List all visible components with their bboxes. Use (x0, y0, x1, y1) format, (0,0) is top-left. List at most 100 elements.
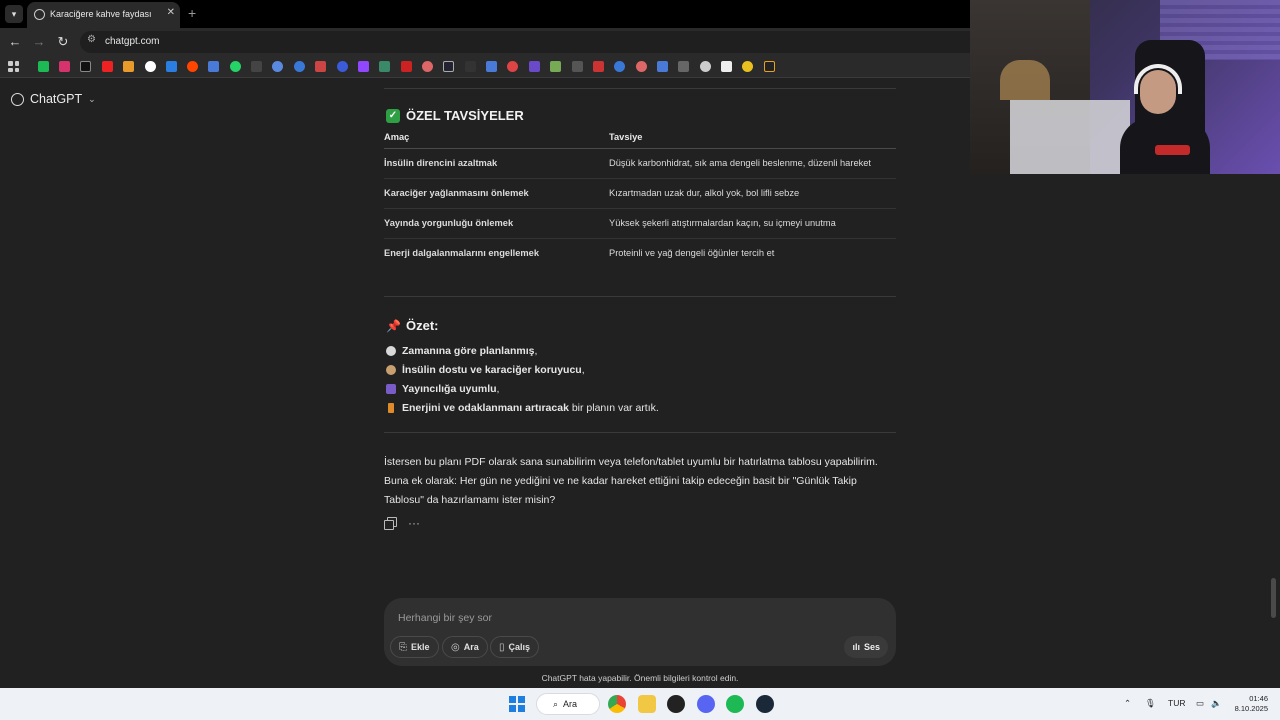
bookmark-whatsapp-icon[interactable] (230, 61, 241, 72)
pushpin-icon: 📌 (386, 318, 401, 333)
webcam-person (1120, 64, 1210, 174)
summary-heading: 📌 Özet: (386, 318, 439, 333)
bookmark-outlook-icon[interactable] (166, 61, 177, 72)
advice-heading-text: ÖZEL TAVSİYELER (406, 108, 524, 123)
bookmark-facebook-icon[interactable] (337, 61, 348, 72)
bookmark-gmail-icon[interactable] (123, 61, 134, 72)
bookmark-site4-icon[interactable] (422, 61, 433, 72)
bookmark-x-icon[interactable] (80, 61, 91, 72)
bookmark-arrow-icon[interactable] (465, 61, 476, 72)
voice-button[interactable]: ılı Ses (844, 636, 888, 658)
check-mark-icon: ✓ (386, 108, 400, 123)
taskbar: ⌕ Ara ⌃ 🎙 TUR ▭ 🔈 01:46 8.10.2025 (0, 688, 1280, 720)
bookmark-chart-icon[interactable] (593, 61, 604, 72)
network-icon[interactable]: ▭ (1196, 698, 1204, 709)
bookmark-site10-icon[interactable] (614, 61, 625, 72)
bookmark-instagram-icon[interactable] (59, 61, 70, 72)
bookmark-site-icon[interactable] (272, 61, 283, 72)
address-bar[interactable]: ⚙ chatgpt.com (80, 31, 980, 53)
apps-grid-icon[interactable] (8, 61, 19, 72)
bookmark-site5-icon[interactable] (486, 61, 497, 72)
copy-icon[interactable] (384, 517, 397, 530)
bookmark-site3-icon[interactable] (401, 61, 412, 72)
back-icon[interactable]: ← (6, 33, 24, 51)
chatgpt-logo-icon (11, 92, 24, 106)
spotify-taskbar-icon[interactable] (726, 695, 744, 713)
discord-taskbar-icon[interactable] (697, 695, 715, 713)
tab-search-icon[interactable]: ▾ (5, 5, 23, 23)
bookmark-calendar-icon[interactable] (315, 61, 326, 72)
bookmark-site6-icon[interactable] (507, 61, 518, 72)
microphone-icon[interactable]: 🎙 (1145, 698, 1156, 709)
bookmark-play-icon[interactable] (294, 61, 305, 72)
list-item: İnsülin dostu ve karaciğer koruyucu, (386, 360, 659, 379)
reload-icon[interactable]: ↻ (54, 33, 72, 51)
clock[interactable]: 01:46 8.10.2025 (1230, 694, 1268, 714)
tab-close-icon[interactable]: ✕ (167, 7, 175, 18)
new-tab-button[interactable]: + (188, 5, 196, 21)
summary-item-rest: , (534, 344, 538, 357)
bookmark-reddit-icon[interactable] (187, 61, 198, 72)
search-button[interactable]: ◎ Ara (442, 636, 488, 658)
bookmark-site11-icon[interactable] (636, 61, 647, 72)
forward-icon[interactable]: → (30, 33, 48, 51)
paperclip-icon: ⎘ (399, 641, 407, 653)
scrollbar[interactable] (1271, 578, 1276, 618)
screen: ▾ Karaciğere kahve faydası ✕ + ← → ↻ ⚙ c… (0, 0, 1280, 720)
file-explorer-taskbar-icon[interactable] (638, 695, 656, 713)
site-settings-icon[interactable]: ⚙ (87, 34, 96, 45)
bookmark-google-icon[interactable] (145, 61, 156, 72)
bowl-icon (386, 364, 396, 375)
advice-heading: ✓ ÖZEL TAVSİYELER (386, 108, 524, 123)
more-options-icon[interactable]: ··· (408, 517, 420, 529)
model-selector[interactable]: ChatGPT ⌄ (11, 91, 96, 107)
advice-table: Amaç Tavsiye İnsülin direncini azaltmak … (384, 127, 896, 268)
taskbar-search[interactable]: ⌕ Ara (536, 693, 600, 715)
bookmark-translate-icon[interactable] (208, 61, 219, 72)
list-item: Yayıncılığa uyumlu, (386, 379, 659, 398)
disclaimer-text: ChatGPT hata yapabilir. Önemli bilgileri… (541, 673, 739, 683)
bookmark-site2-icon[interactable] (379, 61, 390, 72)
study-label: Çalış (508, 642, 531, 652)
bookmark-kick-icon[interactable] (38, 61, 49, 72)
composer-placeholder[interactable]: Herhangi bir şey sor (398, 612, 492, 624)
windows-start-icon[interactable] (509, 696, 525, 712)
bookmark-site9-icon[interactable] (572, 61, 583, 72)
gamepad-icon (386, 383, 396, 394)
bookmark-pacman-icon[interactable] (742, 61, 753, 72)
clock-icon (386, 345, 396, 356)
table-cell-goal: Enerji dalgalanmalarını engellemek (384, 248, 540, 259)
bookmark-b-icon[interactable] (443, 61, 454, 72)
attach-button[interactable]: ⎘ Ekle (390, 636, 439, 658)
summary-heading-text: Özet: (406, 318, 439, 333)
globe-icon: ◎ (451, 641, 460, 653)
chrome-taskbar-icon[interactable] (608, 695, 626, 713)
bookmark-site7-icon[interactable] (529, 61, 540, 72)
clock-date: 8.10.2025 (1234, 704, 1268, 713)
bookmark-steam-icon[interactable] (251, 61, 262, 72)
bookmark-stack-icon[interactable] (721, 61, 732, 72)
bookmark-site13-icon[interactable] (700, 61, 711, 72)
language-indicator[interactable]: TUR (1168, 698, 1185, 708)
chevron-up-icon[interactable]: ⌃ (1124, 698, 1131, 709)
attach-label: Ekle (411, 642, 430, 652)
table-row: Karaciğer yağlanmasını önlemek Kızartmad… (384, 178, 896, 209)
bookmark-site14-icon[interactable] (764, 61, 775, 72)
study-button[interactable]: ▯ Çalış (490, 636, 540, 658)
chevron-down-icon: ⌄ (88, 93, 96, 104)
webcam-drawer (1010, 100, 1130, 174)
bookmark-site8-icon[interactable] (550, 61, 561, 72)
model-name: ChatGPT (30, 92, 83, 106)
bookmark-site12-icon[interactable] (657, 61, 668, 72)
table-cell-advice: Yüksek şekerli atıştırmalardan kaçın, su… (609, 208, 896, 239)
webcam-shirt-logo (1155, 145, 1190, 155)
waveform-icon: ılı (852, 642, 860, 652)
browser-tab[interactable]: Karaciğere kahve faydası ✕ (27, 2, 180, 28)
bookmark-twitch-icon[interactable] (358, 61, 369, 72)
bookmark-link-icon[interactable] (678, 61, 689, 72)
app-taskbar-icon[interactable] (667, 695, 685, 713)
volume-icon[interactable]: 🔈 (1211, 698, 1222, 709)
message-composer[interactable]: Herhangi bir şey sor ⎘ Ekle ◎ Ara ▯ Çalı… (384, 598, 896, 666)
bookmark-youtube-icon[interactable] (102, 61, 113, 72)
steam-taskbar-icon[interactable] (756, 695, 774, 713)
